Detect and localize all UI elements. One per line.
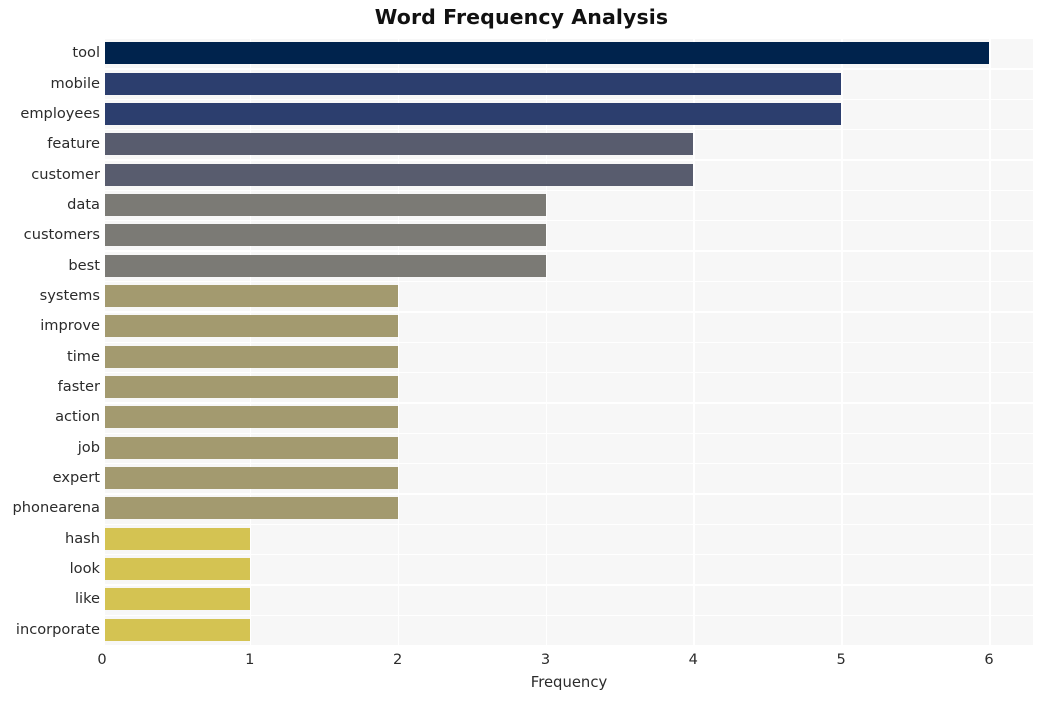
horizontal-gridline <box>105 462 1033 465</box>
horizontal-gridline <box>105 189 1033 192</box>
bar <box>105 527 250 550</box>
horizontal-gridline <box>105 311 1033 313</box>
horizontal-gridline <box>105 553 1033 556</box>
bar <box>105 133 694 156</box>
x-tick-label: 1 <box>245 651 255 668</box>
bar <box>105 467 398 490</box>
y-tick-label: best <box>68 256 100 274</box>
bar <box>105 345 398 368</box>
page-title: Word Frequency Analysis <box>374 5 669 29</box>
bar <box>105 42 989 65</box>
horizontal-gridline <box>105 129 1033 131</box>
y-tick-label: job <box>77 438 100 456</box>
y-tick-label: customers <box>23 226 100 244</box>
bar <box>105 102 842 125</box>
bar <box>105 558 250 581</box>
y-tick-label: look <box>69 560 100 578</box>
bar <box>105 224 546 247</box>
bar <box>105 254 546 277</box>
x-tick-label: 5 <box>836 651 846 668</box>
horizontal-gridline <box>105 341 1033 343</box>
horizontal-gridline <box>105 98 1033 101</box>
bar <box>105 315 398 338</box>
y-tick-label: expert <box>52 469 100 487</box>
horizontal-gridline <box>105 371 1033 374</box>
bar <box>105 497 398 520</box>
horizontal-gridline <box>105 614 1033 617</box>
bar <box>105 406 398 429</box>
y-tick-label: feature <box>47 135 100 153</box>
x-tick-label: 4 <box>688 651 698 668</box>
horizontal-gridline <box>105 250 1033 252</box>
y-tick-label: data <box>67 195 100 213</box>
y-tick-label: employees <box>20 104 100 122</box>
horizontal-gridline <box>105 402 1033 404</box>
x-tick-label: 2 <box>393 651 403 668</box>
y-tick-label: systems <box>39 286 100 304</box>
plot-area <box>105 38 1033 645</box>
y-tick-label: customer <box>31 165 100 183</box>
bar <box>105 376 398 399</box>
y-tick-label: faster <box>57 378 100 396</box>
horizontal-gridline <box>105 280 1033 283</box>
horizontal-gridline <box>105 220 1033 222</box>
y-tick-label: action <box>55 408 100 426</box>
y-tick-label: hash <box>64 529 100 547</box>
horizontal-gridline <box>105 432 1033 434</box>
x-tick-label: 0 <box>97 651 107 668</box>
bar <box>105 588 250 611</box>
y-axis-tick-labels: tool mobile employees feature customer data cu… <box>0 38 100 645</box>
horizontal-gridline <box>105 68 1033 70</box>
y-tick-label: improve <box>40 317 100 335</box>
bar <box>105 618 250 641</box>
horizontal-gridline <box>105 159 1033 161</box>
y-tick-label: tool <box>72 44 100 62</box>
bar <box>105 163 694 186</box>
y-tick-label: phonearena <box>12 499 100 517</box>
x-tick-label: 6 <box>984 651 994 668</box>
x-axis-label: Frequency <box>530 674 608 691</box>
chart-figure: Word Frequency Analysis tool mobile employ… <box>0 0 1043 701</box>
x-tick-label: 3 <box>540 651 551 668</box>
horizontal-gridline <box>105 38 1033 40</box>
bar <box>105 436 398 459</box>
horizontal-gridline <box>105 584 1033 586</box>
y-tick-label: incorporate <box>15 620 100 638</box>
bar <box>105 72 842 95</box>
bar <box>105 284 398 307</box>
horizontal-gridline <box>105 493 1033 495</box>
bar <box>105 193 546 216</box>
x-axis-tick-labels: 0 1 2 3 4 5 6 <box>0 645 1043 675</box>
y-tick-label: like <box>74 590 100 608</box>
y-tick-label: time <box>67 347 100 365</box>
y-tick-label: mobile <box>50 74 101 92</box>
horizontal-gridline <box>105 523 1033 525</box>
